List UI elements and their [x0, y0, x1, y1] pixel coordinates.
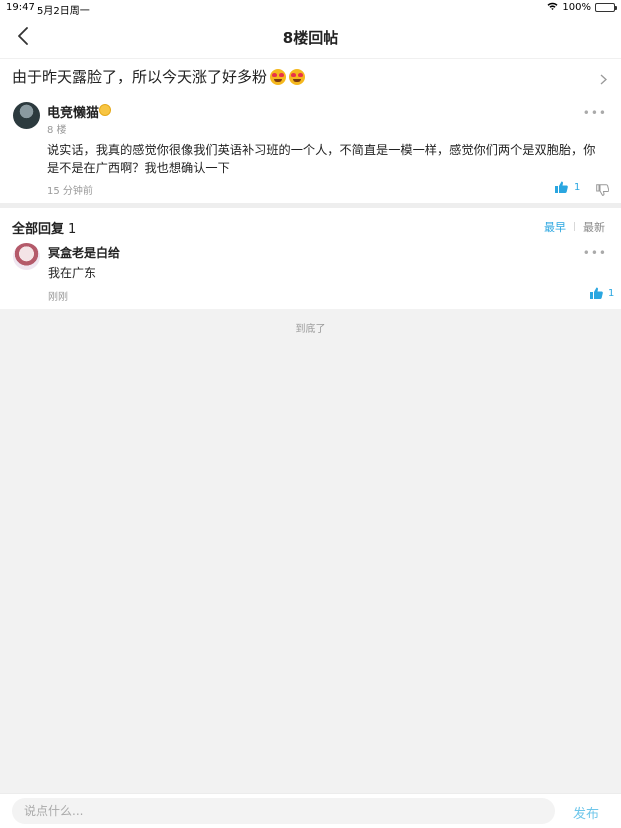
- avatar[interactable]: [13, 102, 40, 129]
- reply-avatar[interactable]: [13, 243, 40, 270]
- replies-header: 全部回复 1: [12, 218, 76, 237]
- author-name[interactable]: 电竞懒猫: [47, 102, 99, 121]
- reply-time: 刚刚: [48, 292, 68, 303]
- thumbs-up-icon: [590, 287, 603, 299]
- reply-text: 我在广东: [48, 266, 97, 280]
- chevron-right-icon: [600, 70, 607, 89]
- thumbs-up-icon: [555, 181, 568, 193]
- sort-separator: |: [572, 222, 576, 232]
- heart-eyes-emoji-icon: [270, 69, 287, 85]
- status-right: 100%: [547, 2, 617, 13]
- battery-percent: 100%: [562, 2, 591, 13]
- status-time: 19:47: [6, 2, 35, 13]
- page-title: 8楼回帖: [282, 29, 339, 47]
- thumbs-down-icon: [596, 184, 610, 196]
- more-dots-icon[interactable]: •••: [583, 246, 607, 260]
- dislike-button[interactable]: [596, 181, 610, 200]
- more-dots-icon[interactable]: •••: [583, 106, 607, 120]
- main-post: 电竞懒猫 8 楼 ••• 说实话，我真的感觉你很像我们英语补习班的一个人，不简直…: [0, 92, 621, 203]
- reply-like-count: 1: [608, 287, 615, 299]
- nav-bar: 8楼回帖: [0, 15, 621, 58]
- floor-label: 8 楼: [47, 125, 67, 136]
- sort-toggle: 最早 | 最新: [544, 219, 605, 235]
- comment-input[interactable]: [12, 798, 555, 824]
- wifi-icon: [547, 2, 558, 13]
- status-bar: 19:47 5月2日周一 100%: [0, 0, 621, 17]
- thread-title: 由于昨天露脸了，所以今天涨了好多粉: [12, 66, 306, 87]
- reply-like-button[interactable]: 1: [590, 287, 614, 299]
- like-count: 1: [574, 181, 581, 193]
- sort-latest-button[interactable]: 最新: [583, 219, 605, 235]
- sort-earliest-button[interactable]: 最早: [544, 219, 566, 235]
- input-bar: 发布: [0, 793, 621, 828]
- level-badge-icon: [99, 104, 111, 116]
- post-body: 说实话，我真的感觉你很像我们英语补习班的一个人，不简直是一模一样，感觉你们两个是…: [47, 143, 596, 175]
- like-button[interactable]: 1: [555, 181, 580, 193]
- end-of-list-label: 到底了: [295, 324, 326, 335]
- post-time: 15 分钟前: [47, 186, 93, 197]
- replies-label: 全部回复: [12, 222, 65, 237]
- replies-section: 全部回复 1 最早 | 最新 冥盒老是白给 ••• 我在广东 刚刚 1: [0, 208, 621, 309]
- reply-author[interactable]: 冥盒老是白给: [48, 244, 120, 261]
- publish-button[interactable]: 发布: [573, 803, 599, 822]
- replies-count: 1: [68, 222, 77, 237]
- thread-title-text: 由于昨天露脸了，所以今天涨了好多粉: [12, 68, 268, 86]
- battery-icon: [595, 3, 617, 12]
- thread-link[interactable]: 由于昨天露脸了，所以今天涨了好多粉: [0, 58, 621, 92]
- heart-eyes-emoji-icon: [289, 69, 306, 85]
